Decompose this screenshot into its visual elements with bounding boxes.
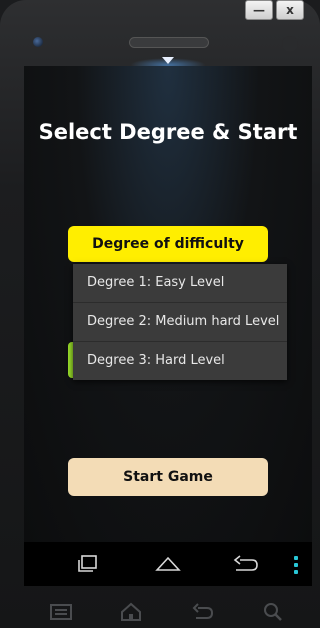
menu-dots-icon[interactable] [294,556,298,577]
window-controls: — x [245,0,304,20]
navigation-bar [24,542,312,586]
search-icon[interactable] [258,600,288,624]
menu-item-easy[interactable]: Degree 1: Easy Level [73,264,287,303]
back-icon[interactable] [188,600,218,624]
notification-pulldown-icon[interactable] [162,57,174,64]
phone-frame: — x Select Degree & Start Degree of diff… [0,0,320,628]
back-icon[interactable] [230,542,262,586]
menu-item-medium[interactable]: Degree 2: Medium hard Level [73,303,287,342]
front-camera [33,37,43,47]
proximity-sensor [282,36,298,52]
close-button[interactable]: x [276,0,304,20]
recent-apps-icon[interactable] [72,542,104,586]
earpiece [129,37,209,48]
page-title: Select Degree & Start [38,120,298,144]
home-icon[interactable] [152,542,184,586]
menu-item-hard[interactable]: Degree 3: Hard Level [73,342,287,380]
difficulty-button[interactable]: Degree of difficulty [68,226,268,262]
home-icon[interactable] [116,600,146,624]
menu-icon[interactable] [46,600,76,624]
start-game-button[interactable]: Start Game [68,458,268,496]
minimize-button[interactable]: — [245,0,273,20]
hardware-buttons [0,596,320,628]
difficulty-menu: Degree 1: Easy Level Degree 2: Medium ha… [73,264,287,380]
